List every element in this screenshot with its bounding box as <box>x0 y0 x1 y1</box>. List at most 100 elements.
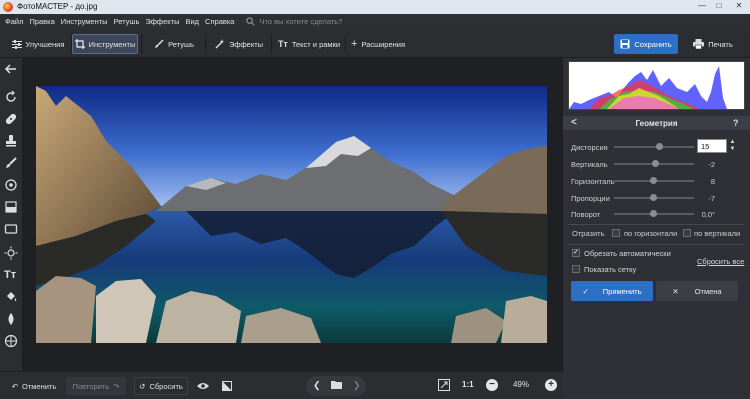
brush-icon[interactable] <box>4 156 18 170</box>
divider <box>205 35 206 53</box>
eye-icon <box>197 382 209 390</box>
tab-text-frames[interactable]: Tт Текст и рамки <box>274 34 344 54</box>
reset-button[interactable]: ↺ Сбросить <box>134 377 188 395</box>
slider-label: Горизонталь <box>571 176 615 186</box>
zoom-level: 49% <box>512 380 529 389</box>
divider <box>568 224 744 225</box>
prev-image-button[interactable]: ❮ <box>313 380 321 391</box>
reflect-horizontal-label[interactable]: по горизонтали <box>624 229 677 238</box>
close-button[interactable]: ✕ <box>728 0 750 14</box>
tab-tools-label: Инструменты <box>88 39 136 49</box>
globe-icon[interactable] <box>4 334 18 348</box>
compare-button[interactable] <box>218 377 236 395</box>
slider-knob[interactable] <box>652 160 659 167</box>
slider-label: Поворот <box>571 209 601 219</box>
tab-enhancements[interactable]: Улучшения <box>8 34 68 54</box>
tab-retouch[interactable]: Ретушь <box>146 34 202 54</box>
close-icon: ✕ <box>672 286 679 296</box>
reflect-vertical-label[interactable]: по вертикали <box>694 229 740 238</box>
reflect-vertical-checkbox[interactable] <box>683 229 691 237</box>
text-icon: Tт <box>277 39 288 49</box>
slider-knob[interactable] <box>650 194 657 201</box>
slider-track[interactable] <box>614 160 694 167</box>
fit-screen-button[interactable] <box>438 379 450 391</box>
back-arrow-icon[interactable] <box>4 62 18 76</box>
preview-eye-button[interactable] <box>194 377 212 395</box>
vignette-icon[interactable] <box>4 222 18 236</box>
crop-auto-label[interactable]: Обрезать автоматически <box>584 249 671 258</box>
divider <box>141 35 142 53</box>
panel-help-button[interactable]: ? <box>733 118 739 128</box>
maximize-button[interactable]: □ <box>711 1 727 10</box>
slider-knob[interactable] <box>650 210 657 217</box>
slider-track[interactable] <box>614 194 694 201</box>
gradient-icon[interactable] <box>4 200 18 214</box>
redo-button[interactable]: Повторить ↷ <box>66 377 126 395</box>
reset-all-link[interactable]: Сбросить все <box>697 257 744 266</box>
undo-button[interactable]: ↶ Отменить <box>6 377 62 395</box>
histogram <box>568 61 745 110</box>
slider-label: Вертикаль <box>571 159 608 169</box>
rotate-icon[interactable] <box>4 90 18 104</box>
menu-file[interactable]: Файл <box>5 17 23 26</box>
slider-track[interactable] <box>614 143 694 150</box>
slider-horizontal[interactable]: Горизонталь 8 <box>571 175 741 187</box>
minimize-button[interactable]: — <box>694 1 710 10</box>
slider-knob[interactable] <box>650 177 657 184</box>
print-button[interactable]: Печать <box>682 34 744 54</box>
menu-edit[interactable]: Правка <box>29 17 54 26</box>
slider-proportions[interactable]: Пропорции -7 <box>571 192 741 204</box>
radial-icon[interactable] <box>4 178 18 192</box>
zoom-in-button[interactable]: + <box>545 379 557 391</box>
slider-rotation[interactable]: Поворот 0,0° <box>571 208 741 220</box>
apply-label: Применить <box>602 286 642 296</box>
next-image-button[interactable]: ❯ <box>353 380 361 391</box>
left-toolbar: Tт <box>0 58 22 371</box>
tab-tools[interactable]: Инструменты <box>72 34 138 54</box>
light-icon[interactable] <box>4 246 18 260</box>
reflect-label: Отразить <box>572 229 605 238</box>
redo-icon: ↷ <box>113 381 120 391</box>
save-button[interactable]: Сохранить <box>614 34 678 54</box>
stamp-icon[interactable] <box>4 134 18 148</box>
photo-preview[interactable] <box>36 86 547 343</box>
undo-icon: ↶ <box>11 381 18 391</box>
distortion-value-field[interactable]: 15 <box>697 139 727 153</box>
crop-icon <box>74 39 85 49</box>
folder-icon[interactable] <box>331 380 342 389</box>
plus-icon: + <box>350 38 358 50</box>
redo-label: Повторить <box>72 381 110 391</box>
tab-effects[interactable]: Эффекты <box>210 34 268 54</box>
show-grid-label[interactable]: Показать сетку <box>584 265 636 274</box>
slider-knob[interactable] <box>656 143 663 150</box>
actual-size-button[interactable]: 1:1 <box>462 380 474 389</box>
menu-help[interactable]: Справка <box>205 17 234 26</box>
printer-icon <box>693 39 705 49</box>
bandage-icon[interactable] <box>4 112 18 126</box>
menu-view[interactable]: Вид <box>185 17 199 26</box>
search-input[interactable]: Что вы хотите сделать? <box>259 17 342 26</box>
apply-button[interactable]: ✓ Применить <box>571 281 653 301</box>
divider <box>568 244 744 245</box>
sliders-icon <box>11 39 22 49</box>
slider-track[interactable] <box>614 177 694 184</box>
print-label: Печать <box>708 39 733 49</box>
slider-track[interactable] <box>614 210 694 217</box>
slider-vertical[interactable]: Вертикаль -2 <box>571 158 741 170</box>
crop-auto-checkbox[interactable]: ✓ <box>572 249 580 257</box>
show-grid-checkbox[interactable] <box>572 265 580 273</box>
fill-icon[interactable] <box>4 290 18 304</box>
cancel-button[interactable]: ✕ Отмена <box>656 281 738 301</box>
blur-icon[interactable] <box>4 312 18 326</box>
zoom-out-button[interactable]: − <box>486 379 498 391</box>
text-icon[interactable]: Tт <box>4 268 18 282</box>
reflect-horizontal-checkbox[interactable] <box>612 229 620 237</box>
menu-effects[interactable]: Эффекты <box>145 17 179 26</box>
tab-enhancements-label: Улучшения <box>25 39 65 49</box>
distortion-stepper[interactable]: ▲ ▼ <box>728 139 737 153</box>
brush-icon <box>154 39 164 49</box>
menu-retouch[interactable]: Ретушь <box>114 17 140 26</box>
tab-extensions[interactable]: + Расширения <box>348 34 408 54</box>
menu-tools[interactable]: Инструменты <box>61 17 108 26</box>
tab-text-frames-label: Текст и рамки <box>291 39 341 49</box>
